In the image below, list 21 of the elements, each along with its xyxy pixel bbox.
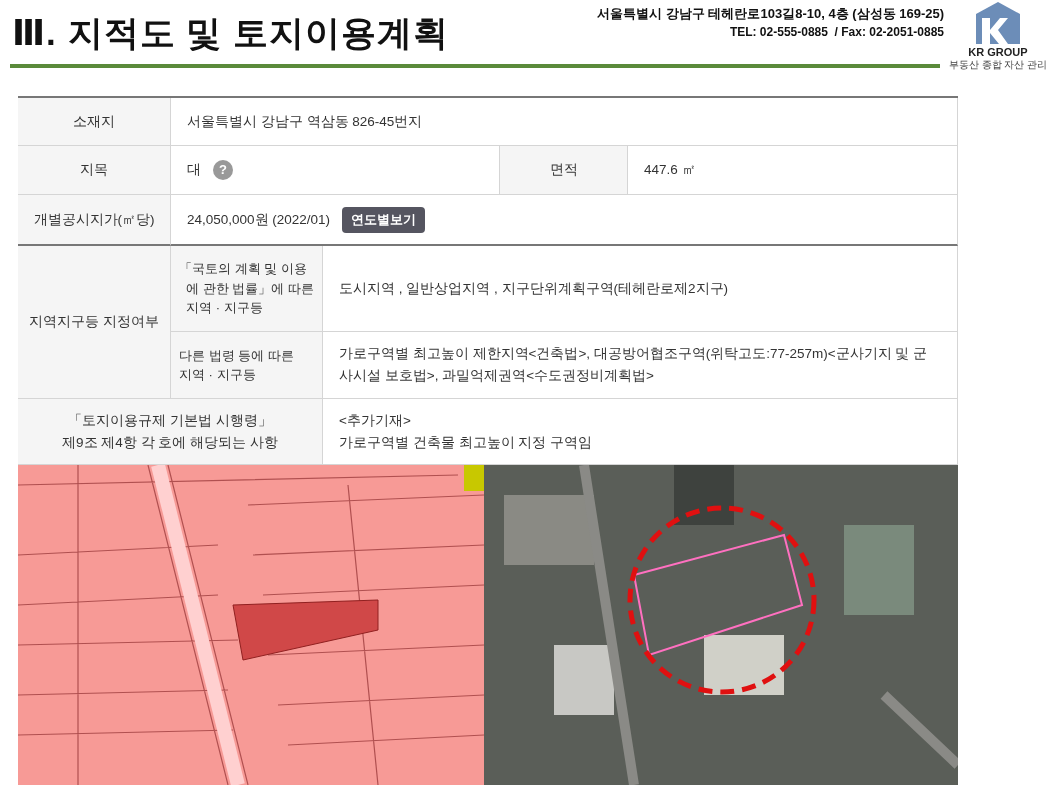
table-label: 지목	[18, 146, 171, 195]
logo-name: KR GROUP	[968, 46, 1028, 58]
table-label: 다른 법령 등에 따른 지역 · 지구등	[171, 332, 323, 399]
contact-text: TEL: 02-555-0885 / Fax: 02-2051-0885	[728, 25, 944, 39]
table-label: 「토지이용규제 기본법 시행령」 제9조 제4항 각 호에 해당되는 사항	[18, 399, 323, 465]
table-label: 면적	[500, 146, 628, 195]
table-value: <추가기재> 가로구역별 건축물 최고높이 지정 구역임	[323, 399, 958, 465]
table-value: 24,050,000원 (2022/01)	[187, 210, 331, 229]
page-title: Ⅲ. 지적도 및 토지이용계획	[12, 12, 449, 54]
table-value: 서울특별시 강남구 역삼동 826-45번지	[171, 98, 958, 146]
table-label: 개별공시지가(㎡당)	[18, 195, 171, 246]
yearly-view-button[interactable]: 연도별보기	[342, 206, 426, 233]
address-text: 서울특별시 강남구 테헤란로103길8-10, 4층 (삼성동 169-25)	[597, 5, 944, 23]
table-label: 「국토의 계획 및 이용 에 관한 법률」에 따른 지역 · 지구등	[171, 246, 323, 332]
table-label: 소재지	[18, 98, 171, 146]
table-label: 지역지구등 지정여부	[18, 246, 171, 399]
logo-tagline: 부동산 종합 자산 관리	[948, 58, 1048, 72]
table-value: 가로구역별 최고높이 제한지역<건축법>, 대공방어협조구역(위탁고도:77-257m)<군사기지 및 군사시설 보호법>, 과밀억제권역<수도권정비계획법>	[323, 332, 958, 399]
table-value: 447.6 ㎡	[628, 146, 958, 195]
table-value: 도시지역 , 일반상업지역 , 지구단위계획구역(테헤란로제2지구)	[323, 246, 958, 332]
table-value: 대	[187, 161, 201, 180]
